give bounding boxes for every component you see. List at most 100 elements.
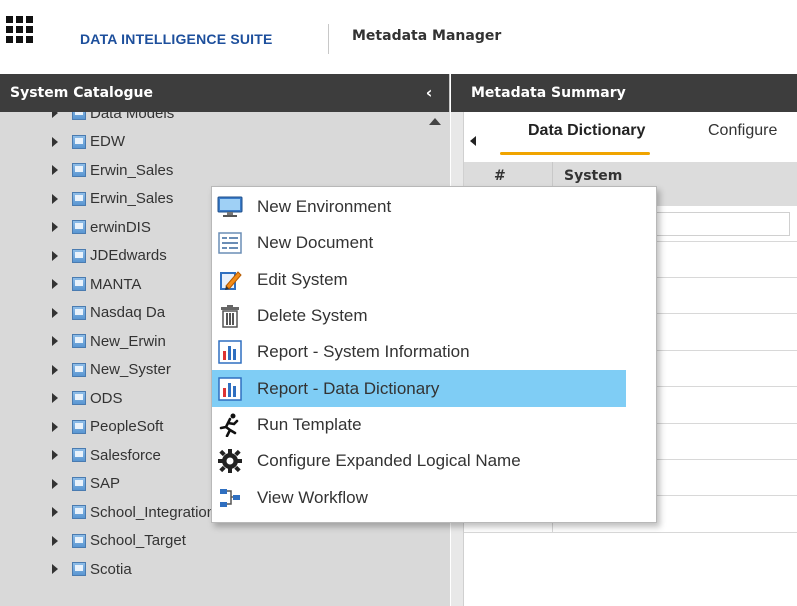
tree-item[interactable]: School_Target xyxy=(0,527,420,556)
header-divider xyxy=(328,24,329,54)
gear-icon xyxy=(216,448,244,474)
expand-caret-icon[interactable] xyxy=(52,507,58,518)
expand-caret-icon[interactable] xyxy=(52,450,58,461)
expand-caret-icon[interactable] xyxy=(52,535,58,546)
expand-caret-icon[interactable] xyxy=(52,279,58,290)
bar-chart-icon xyxy=(216,339,244,365)
scroll-up-arrow-icon[interactable] xyxy=(429,118,441,125)
expand-caret-icon[interactable] xyxy=(52,364,58,375)
tree-item[interactable]: Erwin_Sales xyxy=(0,156,420,185)
expand-caret-icon[interactable] xyxy=(52,307,58,318)
system-catalogue-title: System Catalogue xyxy=(10,85,153,101)
expand-caret-icon[interactable] xyxy=(52,478,58,489)
tree-item-label: SAP xyxy=(90,475,121,493)
bar-chart-icon xyxy=(216,376,244,402)
tree-item-label: Scotia xyxy=(90,560,132,578)
system-folder-icon xyxy=(72,277,86,292)
context-menu: New Environment New Document Edit System De… xyxy=(211,186,657,523)
tree-item-label: School_Integration xyxy=(90,503,216,521)
system-folder-icon xyxy=(72,191,86,206)
menu-item-report-data-dictionary[interactable]: Report - Data Dictionary xyxy=(212,370,626,407)
tab-strip: Data Dictionary Configure xyxy=(463,112,797,162)
menu-item-report-system-information[interactable]: Report - System Information xyxy=(212,334,656,370)
expand-caret-icon[interactable] xyxy=(52,250,58,261)
tree-item-label: New_Syster xyxy=(90,361,171,379)
expand-caret-icon[interactable] xyxy=(52,336,58,347)
system-folder-icon xyxy=(72,112,86,121)
system-folder-icon xyxy=(72,448,86,463)
active-tab-underline xyxy=(500,152,650,155)
expand-caret-icon[interactable] xyxy=(52,564,58,575)
menu-item-label: New Environment xyxy=(257,197,392,217)
system-folder-icon xyxy=(72,305,86,320)
menu-item-label: Configure Expanded Logical Name xyxy=(257,451,521,471)
tree-item-label: School_Target xyxy=(90,532,186,550)
tree-item-label: EDW xyxy=(90,133,125,151)
menu-item-new-environment[interactable]: New Environment xyxy=(212,189,656,225)
expand-caret-icon[interactable] xyxy=(52,222,58,233)
menu-item-label: New Document xyxy=(257,233,374,253)
expand-caret-icon[interactable] xyxy=(52,421,58,432)
system-folder-icon xyxy=(72,391,86,406)
collapse-panel-icon[interactable]: ‹ xyxy=(421,84,437,102)
trash-icon xyxy=(216,303,244,329)
monitor-icon xyxy=(216,194,244,220)
menu-item-run-template[interactable]: Run Template xyxy=(212,407,656,443)
tree-item-label: JDEdwards xyxy=(90,247,167,265)
expand-caret-icon[interactable] xyxy=(52,112,58,119)
tree-item[interactable]: Scotia xyxy=(0,555,420,584)
workflow-icon xyxy=(216,485,244,511)
system-folder-icon xyxy=(72,419,86,434)
edit-icon xyxy=(216,267,244,293)
system-folder-icon xyxy=(72,562,86,577)
menu-item-label: Delete System xyxy=(257,306,368,326)
tree-item-label: erwinDIS xyxy=(90,218,151,236)
menu-item-new-document[interactable]: New Document xyxy=(212,225,656,261)
top-bar: DATA INTELLIGENCE SUITE Metadata Manager xyxy=(0,0,797,74)
app-launcher-grid-icon[interactable] xyxy=(6,16,34,44)
system-folder-icon xyxy=(72,505,86,520)
tree-item-label: Erwin_Sales xyxy=(90,161,174,179)
runner-icon xyxy=(216,412,244,438)
expand-caret-icon[interactable] xyxy=(52,193,58,204)
expand-caret-icon[interactable] xyxy=(52,136,58,147)
tree-item-label: Salesforce xyxy=(90,446,161,464)
tree-item-label: ODS xyxy=(90,389,123,407)
menu-item-view-workflow[interactable]: View Workflow xyxy=(212,479,656,515)
system-catalogue-header: System Catalogue ‹ xyxy=(0,74,449,112)
system-folder-icon xyxy=(72,220,86,235)
module-name: Metadata Manager xyxy=(352,28,502,44)
system-folder-icon xyxy=(72,533,86,548)
tree-item-label: Erwin_Sales xyxy=(90,190,174,208)
tab-scroll-left-icon[interactable] xyxy=(470,136,476,146)
menu-item-label: Report - System Information xyxy=(257,342,470,362)
menu-item-label: Edit System xyxy=(257,269,348,289)
menu-item-edit-system[interactable]: Edit System xyxy=(212,262,656,298)
tree-item[interactable]: EDW xyxy=(0,128,420,157)
system-folder-icon xyxy=(72,476,86,491)
menu-item-label: View Workflow xyxy=(257,487,368,507)
system-folder-icon xyxy=(72,362,86,377)
tree-item-label: MANTA xyxy=(90,275,142,293)
expand-caret-icon[interactable] xyxy=(52,393,58,404)
system-folder-icon xyxy=(72,334,86,349)
menu-item-label: Run Template xyxy=(257,414,362,434)
metadata-summary-header: Metadata Summary xyxy=(451,74,797,112)
tree-item-label: PeopleSoft xyxy=(90,418,164,436)
tree-item[interactable]: Data Models xyxy=(0,112,420,128)
tree-item-label: New_Erwin xyxy=(90,332,166,350)
suite-name[interactable]: DATA INTELLIGENCE SUITE xyxy=(80,31,273,47)
column-header-number[interactable]: # xyxy=(494,168,506,184)
menu-item-configure-expanded-logical-name[interactable]: Configure Expanded Logical Name xyxy=(212,443,656,479)
tab-configure[interactable]: Configure xyxy=(708,122,777,140)
document-icon xyxy=(216,230,244,256)
tree-item-label: Data Models xyxy=(90,112,175,122)
menu-item-delete-system[interactable]: Delete System xyxy=(212,298,656,334)
system-folder-icon xyxy=(72,248,86,263)
menu-item-label: Report - Data Dictionary xyxy=(257,378,440,398)
tab-data-dictionary[interactable]: Data Dictionary xyxy=(528,122,645,140)
expand-caret-icon[interactable] xyxy=(52,165,58,176)
system-folder-icon xyxy=(72,163,86,178)
column-header-system[interactable]: System xyxy=(564,168,622,184)
system-folder-icon xyxy=(72,134,86,149)
